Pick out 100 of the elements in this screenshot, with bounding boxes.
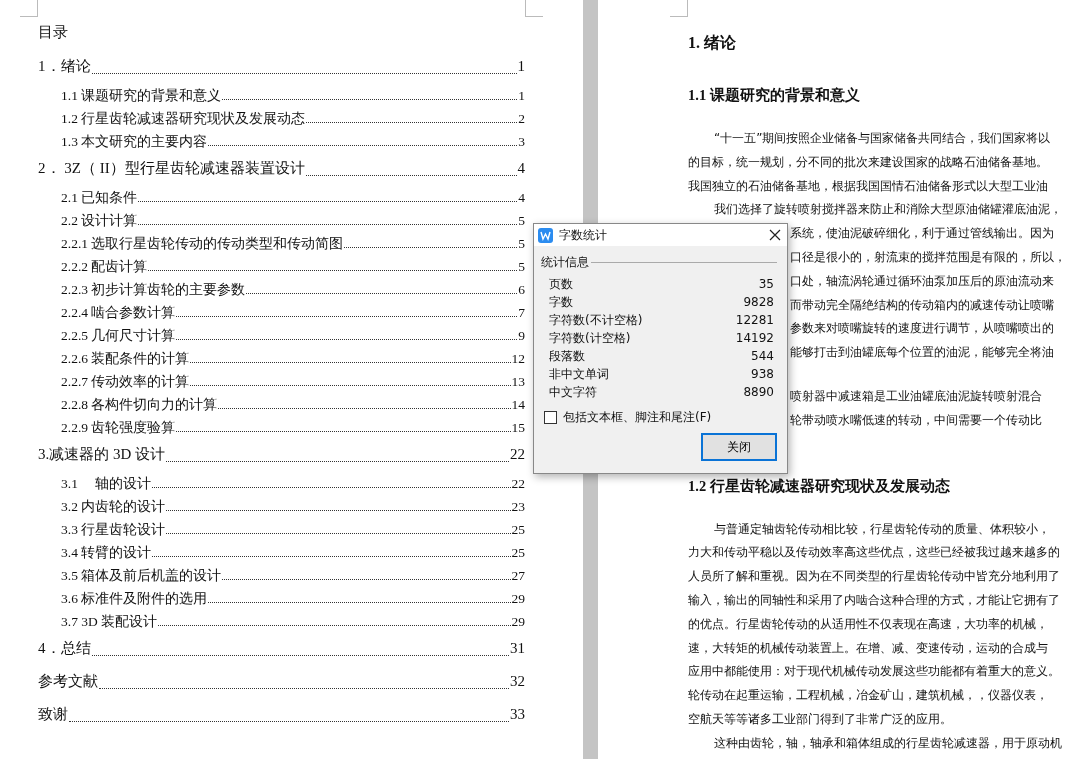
toc-entry-title[interactable]: 2.2 设计计算	[61, 209, 138, 232]
toc-page-number: 29	[511, 613, 525, 631]
stat-label: 字符数(计空格)	[549, 330, 631, 347]
toc-entry-title[interactable]: 2.2.6 装配条件的计算	[61, 347, 190, 370]
paragraph-line: 喷射器中减速箱是工业油罐底油泥旋转喷射混合	[790, 387, 1043, 405]
corner-mark	[670, 0, 688, 17]
toc-page-number: 4	[518, 189, 525, 207]
toc-page-number: 4	[517, 159, 525, 178]
paragraph-line: 这种由齿轮，轴，轴承和箱体组成的行星齿轮减速器，用于原动机	[713, 734, 1063, 752]
toc-entry-title[interactable]: 2.2.8 各构件切向力的计算	[61, 393, 218, 416]
toc-entry-title[interactable]: 1.1 课题研究的背景和意义	[61, 84, 222, 107]
toc-entry-title[interactable]: 3.4 转臂的设计	[61, 541, 152, 564]
stat-label: 字数	[549, 294, 573, 311]
paragraph-line: 输入，输出的同轴性和采用了内啮合这种合理的方式，才能让它拥有了	[688, 591, 1061, 609]
toc-page-number: 1	[517, 57, 525, 76]
paragraph-line: 能够打击到油罐底每个位置的油泥，能够完全将油	[790, 344, 1055, 362]
toc-page-number: 13	[511, 373, 525, 391]
stat-label: 段落数	[549, 348, 585, 365]
section-heading: 1. 绪论	[688, 33, 737, 53]
paragraph-line: “十一五”期间按照企业储备与国家储备共同结合，我们国家将以	[713, 130, 1052, 147]
paragraph-line: 口径是很小的，射流束的搅拌范围是有限的，所以，	[790, 249, 1067, 266]
toc-page-number: 14	[511, 396, 525, 414]
toc-entry-title[interactable]: 3.1 轴的设计	[61, 472, 152, 495]
stat-label: 页数	[549, 276, 573, 293]
toc-entry-title[interactable]: 2.2.9 齿轮强度验算	[61, 416, 176, 439]
toc-page-number: 2	[518, 110, 525, 128]
toc-entry-title[interactable]: 参考文献	[38, 666, 98, 696]
toc-entry-title[interactable]: 3.3 行星齿轮设计	[61, 518, 166, 541]
toc-entry-title[interactable]: 2.2.5 几何尺寸计算	[61, 324, 176, 347]
toc-entry-title[interactable]: 3.减速器的 3D 设计	[38, 439, 166, 469]
toc-title: 目录	[38, 23, 69, 42]
toc-entry-title[interactable]: 3.2 内齿轮的设计	[61, 495, 166, 518]
paragraph-line: 速，大转矩的机械传动装置上。在增、减、变速传动，运动的合成与	[688, 639, 1049, 657]
toc-entry-title[interactable]: 2.2.4 啮合参数计算	[61, 301, 176, 324]
section-heading: 1.2 行星齿轮减速器研究现状及发展动态	[688, 476, 951, 496]
toc-page-number: 5	[518, 235, 525, 253]
corner-mark	[20, 0, 38, 17]
stat-value: 8890	[743, 384, 774, 401]
paragraph-line: 我国独立的石油储备基地，根据我国国情石油储备形式以大型工业油	[688, 177, 1049, 195]
toc-page-number: 5	[518, 212, 525, 230]
paragraph-line: 口处，轴流涡轮通过循环油泵加压后的原油流动来	[790, 272, 1055, 290]
stat-label: 中文字符	[549, 384, 597, 401]
stat-value: 938	[751, 366, 774, 383]
app-logo-icon	[538, 227, 553, 243]
toc-entry-title[interactable]: 1.3 本文研究的主要内容	[61, 130, 208, 153]
toc-page-number: 22	[511, 475, 525, 493]
toc-page-number: 29	[511, 590, 525, 608]
paragraph-line: 轮传动在起重运输，工程机械，冶金矿山，建筑机械，，仪器仪表，	[688, 687, 1049, 705]
toc-page-number: 23	[511, 498, 525, 516]
toc-entry-title[interactable]: 2.2.3 初步计算齿轮的主要参数	[61, 278, 246, 301]
stat-value: 9828	[743, 294, 774, 311]
toc-entry-title[interactable]: 1．绪论	[38, 51, 91, 81]
paragraph-line: 应用中都能使用：对于现代机械传动发展这些功能都有着重大的意义。	[688, 663, 1061, 681]
paragraph-line: 我们选择了旋转喷射搅拌器来防止和消除大型原油储罐灌底油泥，	[713, 201, 1063, 219]
stat-value: 544	[751, 348, 774, 365]
checkbox[interactable]	[544, 411, 557, 424]
toc-page-number: 9	[518, 327, 525, 345]
toc-page-number: 25	[511, 544, 525, 562]
toc-entry-title[interactable]: 3.5 箱体及前后机盖的设计	[61, 564, 222, 587]
section-heading: 1.1 课题研究的背景和意义	[688, 86, 861, 105]
toc-page-number: 3	[518, 133, 525, 151]
group-label: 统计信息	[541, 254, 589, 271]
toc-page-number: 1	[518, 87, 525, 105]
paragraph-line: 而带动完全隔绝结构的传动箱内的减速传动让喷嘴	[790, 296, 1055, 314]
stat-label: 字符数(不计空格)	[549, 312, 643, 329]
toc-entry-title[interactable]: 致谢	[38, 699, 68, 729]
stat-value: 35	[758, 276, 774, 293]
toc-entry-title[interactable]: 1.2 行星齿轮减速器研究现状及发展动态	[61, 107, 306, 130]
close-button[interactable]: 关闭	[701, 433, 777, 461]
toc-page-number: 22	[510, 445, 525, 464]
toc-page-number: 15	[511, 419, 525, 437]
toc-page-number: 32	[510, 672, 525, 691]
toc-entry-title[interactable]: 2.2.7 传动效率的计算	[61, 370, 190, 393]
close-icon[interactable]	[769, 229, 781, 241]
paragraph-line: 空航天等等诸多工业部门得到了非常广泛的应用。	[688, 710, 953, 728]
toc-entry-title[interactable]: 2.2.2 配齿计算	[61, 255, 148, 278]
paragraph-line: 人员所了解和重视。因为在不同类型的行星齿轮传动中皆充分地利用了	[688, 568, 1061, 586]
toc-page-number: 7	[518, 304, 525, 322]
toc-page-number: 25	[511, 521, 525, 539]
toc-entry-title[interactable]: 3.7 3D 装配设计	[61, 610, 158, 633]
toc-page-number: 5	[518, 258, 525, 276]
paragraph-line: 力大和传动平稳以及传动效率高这些优点，这些已经被我过越来越多的	[688, 544, 1061, 562]
paragraph-line: 参数来对喷嘴旋转的速度进行调节，从喷嘴喷出的	[790, 320, 1055, 338]
paragraph-line: 系统，使油泥破碎细化，利于通过管线输出。因为	[790, 225, 1055, 243]
corner-mark	[525, 0, 543, 17]
toc-entry-title[interactable]: 2.1 已知条件	[61, 186, 138, 209]
toc-entry-title[interactable]: 3.6 标准件及附件的选用	[61, 587, 208, 610]
dialog-title: 字数统计	[559, 226, 608, 244]
stat-value: 14192	[735, 330, 774, 347]
toc-entry-title[interactable]: 2.2.1 选取行星齿轮传动的传动类型和传动简图	[61, 232, 344, 255]
toc-entry-title[interactable]: 2． 3Z（ II）型行星齿轮减速器装置设计	[38, 153, 305, 183]
toc-page-number: 31	[510, 639, 525, 658]
toc-page-number: 6	[518, 281, 525, 299]
checkbox-label[interactable]: 包括文本框、脚注和尾注(F)	[563, 409, 712, 426]
toc-page-number: 27	[511, 567, 525, 585]
paragraph-line: 的优点。行星齿轮传动的从适用性不仅表现在高速，大功率的机械，	[688, 615, 1049, 633]
toc-page-number: 12	[511, 350, 525, 368]
toc-page-number: 33	[510, 705, 525, 724]
toc-entry-title[interactable]: 4．总结	[38, 633, 91, 663]
paragraph-line: 轮带动喷水嘴低速的转动，中间需要一个传动比	[790, 411, 1043, 429]
